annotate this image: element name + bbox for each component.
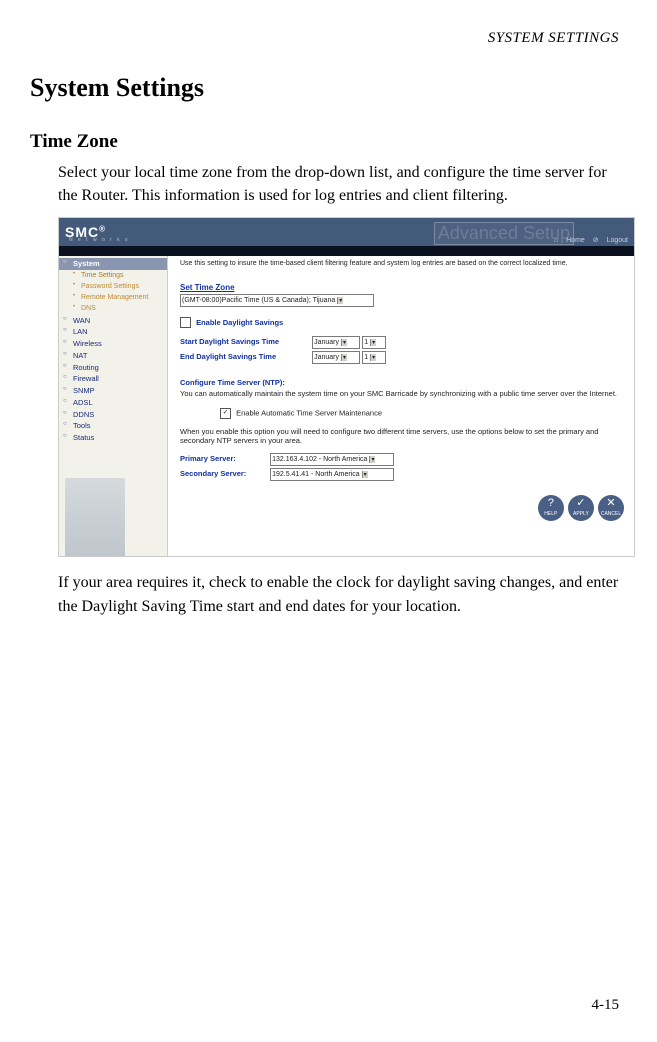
- sidebar-item-time-settings[interactable]: Time Settings: [59, 270, 167, 281]
- sidebar-item-wan[interactable]: WAN: [59, 315, 167, 327]
- sidebar-item-dns[interactable]: DNS: [59, 303, 167, 314]
- ntp-description: You can automatically maintain the syste…: [180, 389, 626, 398]
- end-daylight-label: End Daylight Savings Time: [180, 352, 310, 361]
- smc-logo-subtext: N e t w o r k s: [69, 237, 130, 243]
- sidebar-item-status[interactable]: Status: [59, 432, 167, 444]
- intro-paragraph: Select your local time zone from the dro…: [58, 161, 619, 207]
- page-number: 4-15: [592, 997, 620, 1014]
- primary-server-label: Primary Server:: [180, 454, 268, 463]
- timezone-select[interactable]: (GMT-08:00)Pacific Time (US & Canada); T…: [180, 294, 374, 307]
- section-heading-time-zone: Time Zone: [30, 131, 619, 153]
- end-month-select[interactable]: January: [312, 351, 360, 364]
- sidebar-decorative-image: [65, 478, 125, 556]
- set-time-zone-heading: Set Time Zone: [180, 283, 626, 292]
- sidebar-item-routing[interactable]: Routing: [59, 362, 167, 374]
- sidebar-item-tools[interactable]: Tools: [59, 420, 167, 432]
- start-day-select[interactable]: 1: [362, 336, 386, 349]
- help-button[interactable]: ?HELP: [538, 495, 564, 521]
- home-link[interactable]: ⌂ Home: [554, 237, 585, 244]
- sidebar-item-password-settings[interactable]: Password Settings: [59, 281, 167, 292]
- secondary-server-label: Secondary Server:: [180, 469, 268, 478]
- page-title: System Settings: [30, 73, 619, 103]
- start-month-select[interactable]: January: [312, 336, 360, 349]
- sidebar-item-nat[interactable]: NAT: [59, 350, 167, 362]
- secondary-server-select[interactable]: 192.5.41.41 - North America: [270, 468, 394, 481]
- primary-server-select[interactable]: 132.163.4.102 - North America: [270, 453, 394, 466]
- cancel-button[interactable]: ✕CANCEL: [598, 495, 624, 521]
- end-day-select[interactable]: 1: [362, 351, 386, 364]
- sidebar-item-ddns[interactable]: DDNS: [59, 409, 167, 421]
- sidebar-item-remote-management[interactable]: Remote Management: [59, 292, 167, 303]
- auto-time-server-checkbox[interactable]: ✓: [220, 408, 231, 419]
- ntp-description-2: When you enable this option you will nee…: [180, 427, 626, 445]
- router-admin-screenshot: SMC® N e t w o r k s Advanced Setup ⌂ Ho…: [58, 217, 635, 557]
- logout-link[interactable]: ⊘ Logout: [593, 237, 628, 244]
- top-nav-links: ⌂ Home ⊘ Logout: [548, 236, 628, 244]
- sidebar-item-adsl[interactable]: ADSL: [59, 397, 167, 409]
- screenshot-header: SMC® N e t w o r k s Advanced Setup ⌂ Ho…: [59, 218, 634, 246]
- header-dark-bar: [59, 246, 634, 256]
- sidebar-nav: System Time Settings Password Settings R…: [59, 256, 168, 556]
- sidebar-item-snmp[interactable]: SNMP: [59, 385, 167, 397]
- sidebar-item-wireless[interactable]: Wireless: [59, 338, 167, 350]
- ntp-heading: Configure Time Server (NTP):: [180, 378, 285, 387]
- check-icon: ✓: [568, 495, 594, 511]
- sidebar-item-firewall[interactable]: Firewall: [59, 373, 167, 385]
- content-intro-text: Use this setting to insure the time-base…: [180, 260, 626, 267]
- sidebar-item-lan[interactable]: LAN: [59, 326, 167, 338]
- screenshot-content-pane: Use this setting to insure the time-base…: [168, 256, 634, 556]
- enable-daylight-checkbox[interactable]: [180, 317, 191, 328]
- enable-daylight-label: Enable Daylight Savings: [196, 318, 283, 327]
- x-icon: ✕: [598, 495, 624, 511]
- question-icon: ?: [538, 495, 564, 511]
- outro-paragraph: If your area requires it, check to enabl…: [58, 571, 619, 617]
- running-head: SYSTEM SETTINGS: [30, 30, 619, 47]
- apply-button[interactable]: ✓APPLY: [568, 495, 594, 521]
- sidebar-item-system[interactable]: System: [59, 258, 167, 270]
- start-daylight-label: Start Daylight Savings Time: [180, 337, 310, 346]
- auto-time-server-label: Enable Automatic Time Server Maintenance: [236, 409, 382, 418]
